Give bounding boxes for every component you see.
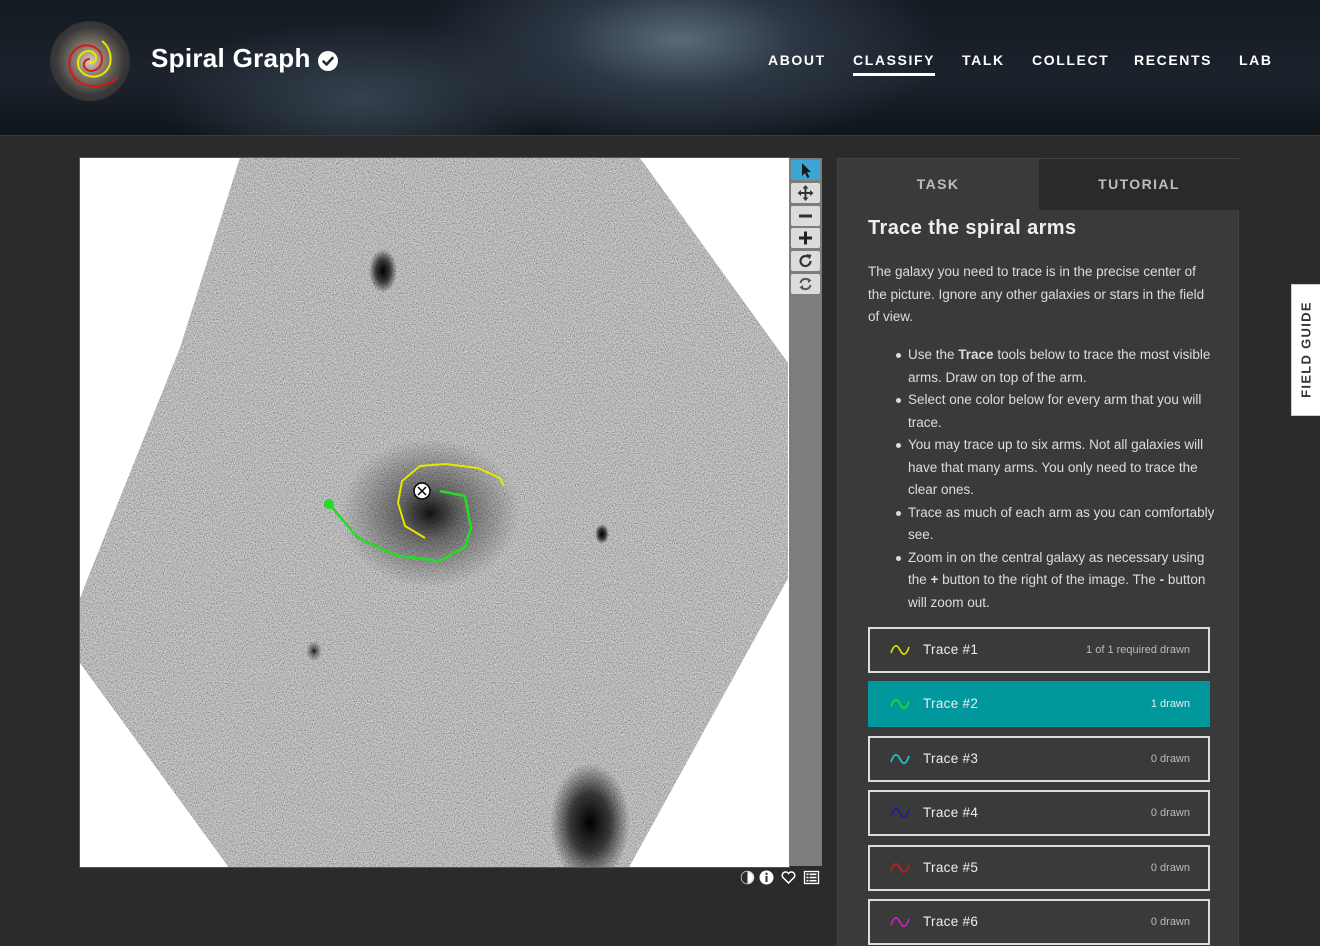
trace-count: 0 drawn xyxy=(1150,753,1190,765)
trace-count: 0 drawn xyxy=(1150,916,1190,928)
trace-label: Trace #4 xyxy=(923,805,979,820)
trace-6-button[interactable]: Trace #6 0 drawn xyxy=(868,899,1210,945)
reset-icon xyxy=(799,277,812,291)
tab-tutorial[interactable]: TUTORIAL xyxy=(1039,159,1239,210)
collections-button[interactable] xyxy=(803,869,820,886)
favorite-icon xyxy=(781,871,796,885)
nav-recents[interactable]: RECENTS xyxy=(1134,52,1212,73)
invert-button[interactable] xyxy=(739,869,756,886)
pointer-icon xyxy=(802,163,811,178)
nav-collect[interactable]: COLLECT xyxy=(1032,52,1109,73)
field-guide-tab[interactable]: FIELD GUIDE xyxy=(1291,284,1320,416)
rotate-icon xyxy=(799,254,812,268)
trace-label: Trace #2 xyxy=(923,696,979,711)
trace-3-button[interactable]: Trace #3 0 drawn xyxy=(868,736,1210,782)
zoom-in-icon xyxy=(799,231,812,245)
wave-icon xyxy=(890,699,910,709)
favorite-button[interactable] xyxy=(780,869,797,886)
image-toolbar xyxy=(789,158,822,866)
pointer-tool-button[interactable] xyxy=(791,160,820,180)
trace-label: Trace #5 xyxy=(923,860,979,875)
rotate-button[interactable] xyxy=(791,251,820,271)
task-title: Trace the spiral arms xyxy=(868,217,1077,239)
nav-about[interactable]: ABOUT xyxy=(768,52,826,73)
zoom-out-icon xyxy=(799,214,812,218)
project-header: Spiral Graph ABOUT CLASSIFY TALK COLLECT… xyxy=(0,0,1320,136)
tab-task[interactable]: TASK xyxy=(838,159,1038,210)
task-tabs: TASK TUTORIAL xyxy=(838,159,1239,210)
instruction-item: Trace as much of each arm as you can com… xyxy=(896,502,1218,547)
info-button[interactable] xyxy=(758,869,775,886)
trace-2-button[interactable]: Trace #2 1 drawn xyxy=(868,681,1210,727)
subject-image[interactable] xyxy=(80,158,790,868)
nav-classify[interactable]: CLASSIFY xyxy=(853,52,936,76)
nav-talk[interactable]: TALK xyxy=(962,52,1005,73)
instruction-item: You may trace up to six arms. Not all ga… xyxy=(896,434,1218,502)
collections-icon xyxy=(803,870,820,885)
task-panel: TASK TUTORIAL Trace the spiral arms The … xyxy=(837,158,1239,946)
trace-1-button[interactable]: Trace #1 1 of 1 required drawn xyxy=(868,627,1210,673)
trace-count: 0 drawn xyxy=(1150,862,1190,874)
wave-icon xyxy=(890,754,910,764)
trace-4-button[interactable]: Trace #4 0 drawn xyxy=(868,790,1210,836)
invert-icon xyxy=(740,870,755,885)
wave-icon xyxy=(890,917,910,927)
instruction-item: Use the Trace tools below to trace the m… xyxy=(896,344,1218,389)
pan-tool-button[interactable] xyxy=(791,183,820,203)
zoom-out-button[interactable] xyxy=(791,206,820,226)
wave-icon xyxy=(890,645,910,655)
trace-label: Trace #6 xyxy=(923,914,979,929)
reset-button[interactable] xyxy=(791,274,820,294)
trace-5-button[interactable]: Trace #5 0 drawn xyxy=(868,845,1210,891)
trace-count: 0 drawn xyxy=(1150,807,1190,819)
pan-icon xyxy=(797,185,814,201)
nav-lab[interactable]: LAB xyxy=(1239,52,1273,73)
trace-label: Trace #1 xyxy=(923,642,979,657)
wave-icon xyxy=(890,863,910,873)
subject-viewer[interactable] xyxy=(79,157,790,868)
task-instructions: Use the Trace tools below to trace the m… xyxy=(896,344,1218,615)
project-nav: ABOUT CLASSIFY TALK COLLECT RECENTS LAB xyxy=(0,52,1320,82)
trace-count: 1 drawn xyxy=(1150,698,1190,710)
task-intro: The galaxy you need to trace is in the p… xyxy=(868,264,1205,324)
subject-meta-tools xyxy=(738,869,822,887)
instruction-item: Select one color below for every arm tha… xyxy=(896,389,1218,434)
delete-mark-icon[interactable] xyxy=(413,482,431,500)
wave-icon xyxy=(890,808,910,818)
field-guide-label: FIELD GUIDE xyxy=(1298,301,1314,398)
instruction-item: Zoom in on the central galaxy as necessa… xyxy=(896,547,1218,615)
trace-count: 1 of 1 required drawn xyxy=(1086,644,1190,656)
trace-2-start-point[interactable] xyxy=(324,499,334,509)
zoom-in-button[interactable] xyxy=(791,228,820,248)
trace-label: Trace #3 xyxy=(923,751,979,766)
info-icon xyxy=(759,870,774,885)
